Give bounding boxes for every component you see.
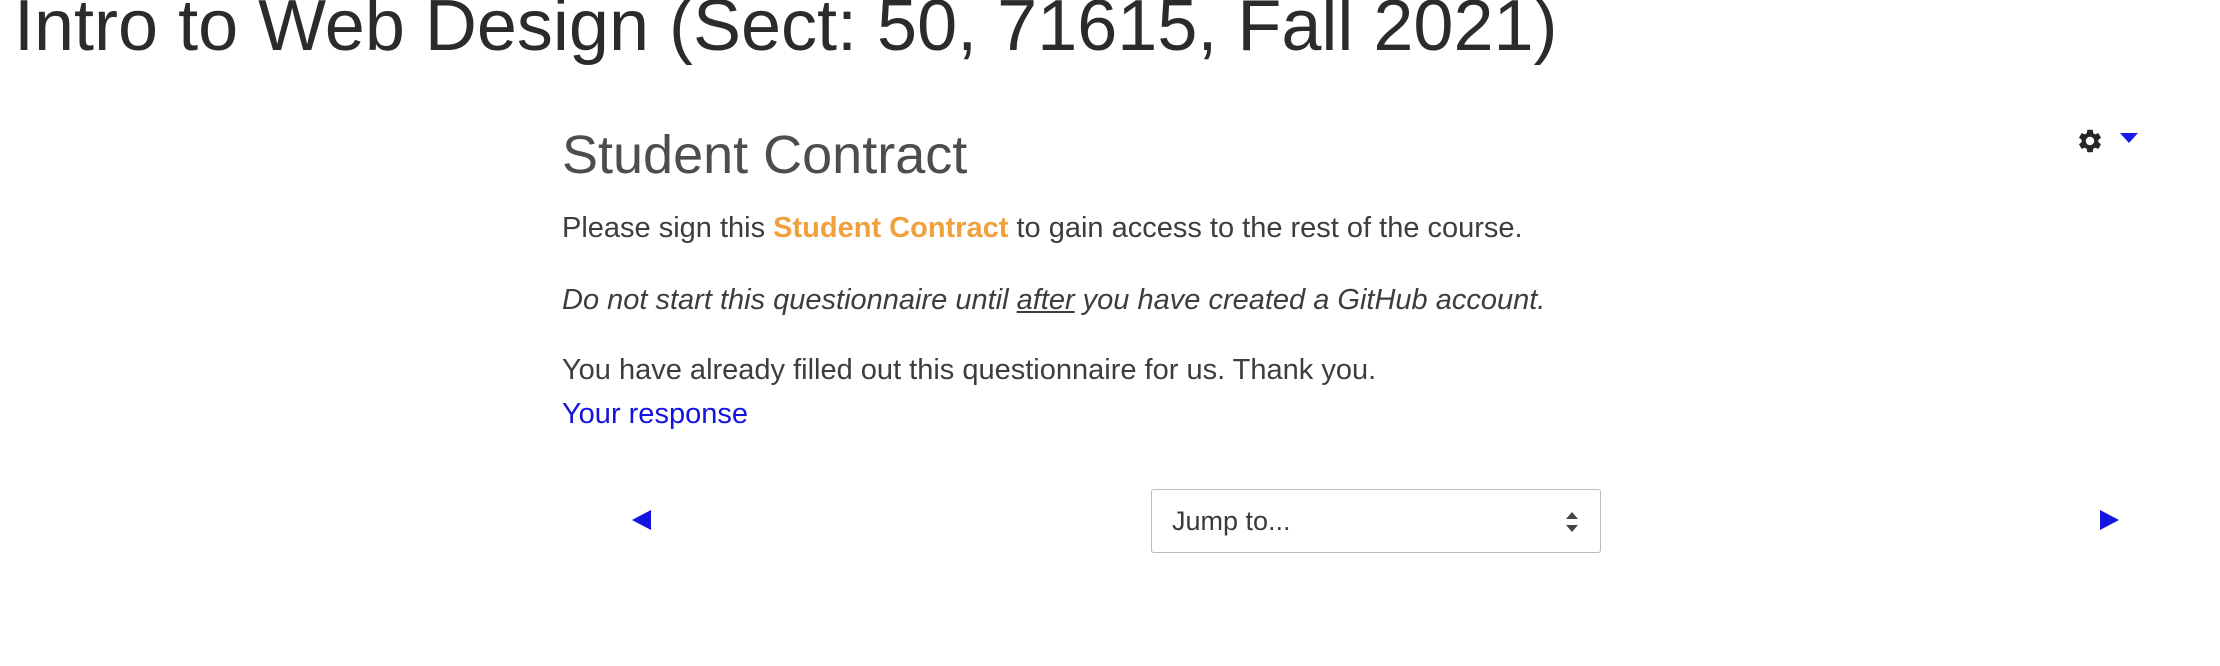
jump-to-label: Jump to... [1172, 505, 1291, 536]
jump-to-select[interactable]: Jump to... [1151, 489, 1601, 553]
your-response-link[interactable]: Your response [562, 394, 748, 434]
caret-down-icon [2120, 133, 2138, 143]
triangle-right-icon[interactable] [2100, 510, 2119, 530]
completed-message: You have already filled out this questio… [562, 354, 1377, 386]
note-suffix: you have created a GitHub account. [1074, 284, 1546, 316]
student-contract-link[interactable]: Student Contract [773, 212, 1008, 244]
activity-region: Student Contract Please sign this Studen… [562, 120, 2142, 434]
gear-icon [2076, 127, 2104, 155]
github-note: Do not start this questionnaire until af… [562, 280, 2142, 320]
note-emphasis: after [1016, 284, 1075, 316]
intro-prefix: Please sign this [562, 212, 774, 244]
intro-suffix: to gain access to the rest of the course… [1008, 212, 1523, 244]
triangle-left-icon[interactable] [632, 510, 651, 530]
course-title: Intro to Web Design (Sect: 50, 71615, Fa… [14, 0, 1558, 66]
intro-paragraph: Please sign this Student Contract to gai… [562, 208, 2142, 248]
actions-menu-button[interactable] [2076, 127, 2138, 155]
select-arrows-icon [1566, 512, 1578, 532]
note-prefix: Do not start this questionnaire until [562, 284, 1017, 316]
activity-title: Student Contract [562, 125, 968, 185]
